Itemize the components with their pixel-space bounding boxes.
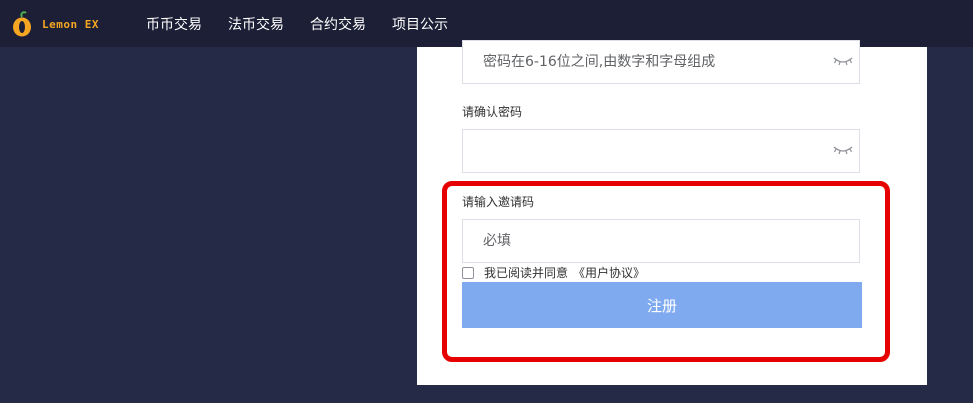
nav-item-project-notice[interactable]: 项目公示 (392, 14, 448, 34)
password-field[interactable]: 密码在6-16位之间,由数字和字母组成 (462, 40, 860, 84)
lemon-logo-icon (13, 11, 31, 37)
eye-closed-icon[interactable] (833, 144, 853, 156)
confirm-password-field[interactable] (462, 129, 860, 173)
nav-item-fiat-trading[interactable]: 法币交易 (228, 14, 284, 34)
logo-text: Lemon EX (42, 17, 99, 31)
main-nav: 币币交易 法币交易 合约交易 项目公示 (146, 0, 474, 47)
nav-item-coin-trading[interactable]: 币币交易 (146, 14, 202, 34)
password-placeholder: 密码在6-16位之间,由数字和字母组成 (483, 54, 716, 70)
logo[interactable]: Lemon EX (12, 10, 99, 38)
highlight-box (442, 181, 890, 362)
nav-item-contract-trading[interactable]: 合约交易 (310, 14, 366, 34)
confirm-password-label: 请确认密码 (462, 105, 523, 119)
eye-closed-icon[interactable] (833, 55, 853, 67)
